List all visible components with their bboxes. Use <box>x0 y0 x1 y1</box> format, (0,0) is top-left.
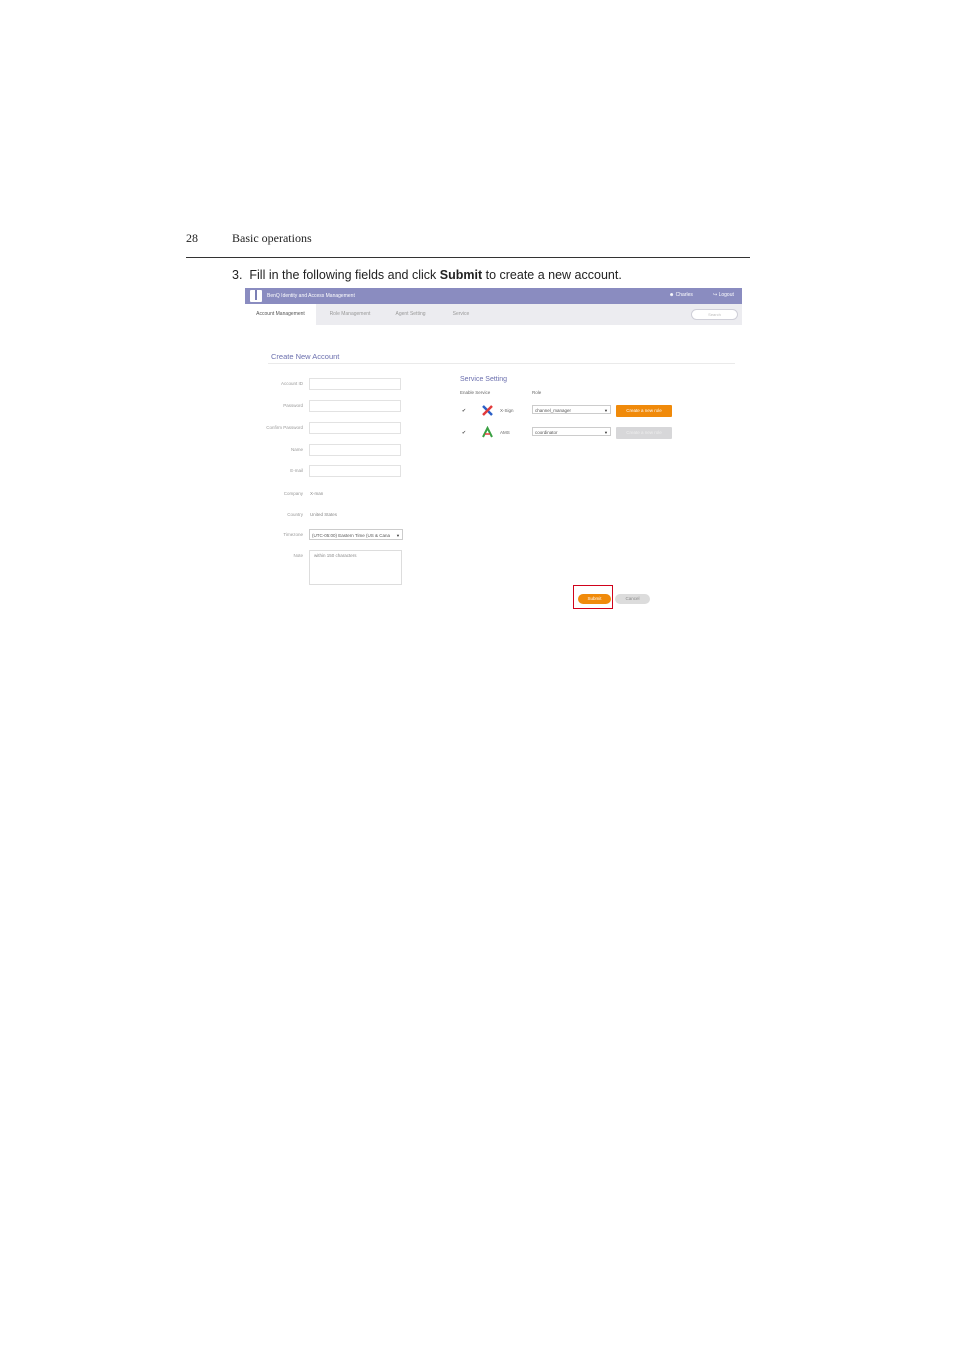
xsign-icon <box>481 404 494 417</box>
step-number: 3. <box>232 268 243 282</box>
company-label: Company <box>283 491 303 496</box>
chevron-down-icon: ▼ <box>604 408 608 413</box>
ams-role-value: coordinator <box>535 430 558 435</box>
search-input[interactable]: Search <box>691 309 738 320</box>
user-icon: ☻ <box>669 292 675 298</box>
xsign-role-select[interactable]: channel_manager ▼ <box>532 405 611 414</box>
password-input[interactable] <box>309 400 401 412</box>
ams-role-select[interactable]: coordinator ▼ <box>532 427 611 436</box>
country-label: Country <box>287 512 303 517</box>
form-title: Create New Account <box>271 352 340 361</box>
role-header: Role <box>532 390 542 395</box>
tab-service[interactable]: Service <box>437 304 485 325</box>
timezone-value: (UTC-05:00) Eastern Time (US & Cana <box>312 533 391 538</box>
cancel-button[interactable]: Cancel <box>615 594 650 604</box>
password-label: Password <box>283 403 303 408</box>
app-topbar: BenQ Identity and Access Management ☻ Ch… <box>245 288 742 304</box>
chevron-down-icon: ▼ <box>396 533 400 538</box>
note-textarea[interactable]: within 150 characters <box>309 550 402 585</box>
name-input[interactable] <box>309 444 401 456</box>
tab-bar: Account Management Role Management Agent… <box>245 304 742 325</box>
email-input[interactable] <box>309 465 401 477</box>
confirm-password-label: Confirm Password <box>266 425 303 430</box>
ams-enable-checkbox[interactable]: ✔ <box>461 430 467 436</box>
app-title: BenQ Identity and Access Management <box>267 293 355 299</box>
submit-highlight-box <box>573 585 613 609</box>
step-text-before: Fill in the following fields and click <box>249 268 437 282</box>
tab-role-management[interactable]: Role Management <box>316 304 384 325</box>
user-menu[interactable]: ☻ Charles <box>669 292 693 298</box>
tab-account-management[interactable]: Account Management <box>245 304 316 325</box>
enable-service-header: Enable Service <box>460 390 491 395</box>
name-label: Name <box>290 447 303 452</box>
app-logo-icon <box>250 290 262 302</box>
service-setting-title: Service Setting <box>460 376 508 383</box>
page-number: 28 <box>186 231 198 245</box>
step-instruction: 3. Fill in the following fields and clic… <box>232 268 622 282</box>
timezone-label: Timezone <box>283 532 303 537</box>
header-rule <box>186 257 750 258</box>
email-label: E-mail <box>290 468 303 473</box>
ams-icon <box>481 426 494 439</box>
xsign-create-role-button[interactable]: Create a new role <box>616 405 672 417</box>
chevron-down-icon: ▼ <box>604 430 608 435</box>
step-text-after: to create a new account. <box>485 268 622 282</box>
timezone-select[interactable]: (UTC-05:00) Eastern Time (US & Cana ▼ <box>309 529 403 540</box>
form-divider <box>268 363 735 364</box>
xsign-enable-checkbox[interactable]: ✔ <box>461 408 467 414</box>
tab-agent-setting[interactable]: Agent Setting <box>384 304 437 325</box>
user-name: Charles <box>675 292 693 298</box>
app-screenshot: BenQ Identity and Access Management ☻ Ch… <box>245 288 742 614</box>
section-title: Basic operations <box>232 231 312 245</box>
logout-label: Logout <box>718 292 734 298</box>
account-id-input[interactable] <box>309 378 401 390</box>
confirm-password-input[interactable] <box>309 422 401 434</box>
ams-create-role-button[interactable]: Create a new role <box>616 427 672 439</box>
xsign-role-value: channel_manager <box>535 408 572 413</box>
logout-icon: ↪ <box>713 292 718 298</box>
company-value: X-man <box>310 491 324 496</box>
country-value: United States <box>310 512 338 517</box>
account-id-label: Account ID <box>280 381 303 386</box>
ams-name: AMS <box>500 430 510 435</box>
step-text-bold: Submit <box>439 268 483 282</box>
xsign-name: X-Sign <box>500 408 514 413</box>
note-label: Note <box>293 553 303 558</box>
logout-button[interactable]: ↪ Logout <box>713 292 734 298</box>
